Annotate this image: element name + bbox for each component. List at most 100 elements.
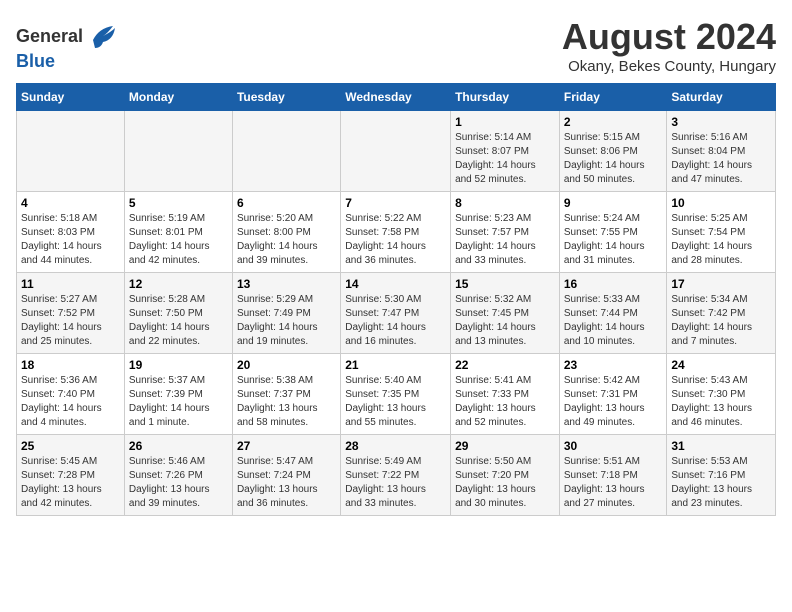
day-cell-7: 7 Sunrise: 5:22 AM Sunset: 7:58 PM Daylig… [341,192,451,273]
day-cell-1: 1 Sunrise: 5:14 AM Sunset: 8:07 PM Daylig… [451,111,560,192]
day-header-saturday: Saturday [667,84,776,111]
day-info: Sunrise: 5:47 AM Sunset: 7:24 PM Dayligh… [237,455,336,511]
week-row-5: 25Sunrise: 5:45 AM Sunset: 7:28 PM Dayli… [17,435,776,516]
day-info: Sunrise: 5:32 AM Sunset: 7:45 PM Dayligh… [455,293,555,349]
day-info: Sunrise: 5:27 AM Sunset: 7:52 PM Dayligh… [21,293,120,349]
day-cell-23: 23Sunrise: 5:42 AM Sunset: 7:31 PM Dayli… [559,354,667,435]
day-cell-22: 22 Sunrise: 5:41 AM Sunset: 7:33 PM Dayli… [451,354,560,435]
calendar-body: 1 Sunrise: 5:14 AM Sunset: 8:07 PM Daylig… [17,111,776,516]
day-cell-13: 13Sunrise: 5:29 AM Sunset: 7:49 PM Dayli… [232,273,340,354]
day-cell-28: 28 Sunrise: 5:49 AM Sunset: 7:22 PM Dayli… [341,435,451,516]
day-number: 7 [345,196,446,210]
day-cell-11: 11Sunrise: 5:27 AM Sunset: 7:52 PM Dayli… [17,273,125,354]
day-number: 6 [237,196,336,210]
day-info: Sunrise: 5:23 AM Sunset: 7:57 PM Dayligh… [455,212,555,268]
day-info: Sunrise: 5:43 AM Sunset: 7:30 PM Dayligh… [671,374,771,430]
day-header-monday: Monday [124,84,232,111]
calendar-header-row: SundayMondayTuesdayWednesdayThursdayFrid… [17,84,776,111]
day-number: 5 [129,196,228,210]
day-number: 24 [671,358,771,372]
day-cell-10: 10 Sunrise: 5:25 AM Sunset: 7:54 PM Dayli… [667,192,776,273]
day-cell-2: 2 Sunrise: 5:15 AM Sunset: 8:06 PM Daylig… [559,111,667,192]
logo-blue: Blue [16,51,55,71]
day-number: 18 [21,358,120,372]
day-number: 21 [345,358,446,372]
day-cell-3: 3Sunrise: 5:16 AM Sunset: 8:04 PM Daylig… [667,111,776,192]
empty-cell [124,111,232,192]
empty-cell [232,111,340,192]
day-cell-27: 27 Sunrise: 5:47 AM Sunset: 7:24 PM Dayli… [232,435,340,516]
day-info: Sunrise: 5:41 AM Sunset: 7:33 PM Dayligh… [455,374,555,430]
day-info: Sunrise: 5:33 AM Sunset: 7:44 PM Dayligh… [564,293,663,349]
day-number: 19 [129,358,228,372]
day-number: 13 [237,277,336,291]
day-number: 20 [237,358,336,372]
day-info: Sunrise: 5:15 AM Sunset: 8:06 PM Dayligh… [564,131,663,187]
day-info: Sunrise: 5:18 AM Sunset: 8:03 PM Dayligh… [21,212,120,268]
day-info: Sunrise: 5:20 AM Sunset: 8:00 PM Dayligh… [237,212,336,268]
day-info: Sunrise: 5:36 AM Sunset: 7:40 PM Dayligh… [21,374,120,430]
day-number: 9 [564,196,663,210]
week-row-3: 11Sunrise: 5:27 AM Sunset: 7:52 PM Dayli… [17,273,776,354]
logo: General Blue [16,20,117,72]
day-number: 3 [671,115,771,129]
day-cell-6: 6 Sunrise: 5:20 AM Sunset: 8:00 PM Daylig… [232,192,340,273]
day-number: 14 [345,277,446,291]
header: General Blue August 2024 Okany, Bekes Co… [16,16,776,75]
day-cell-31: 31 Sunrise: 5:53 AM Sunset: 7:16 PM Dayli… [667,435,776,516]
day-info: Sunrise: 5:53 AM Sunset: 7:16 PM Dayligh… [671,455,771,511]
day-cell-19: 19 Sunrise: 5:37 AM Sunset: 7:39 PM Dayli… [124,354,232,435]
day-number: 22 [455,358,555,372]
day-number: 30 [564,439,663,453]
day-number: 23 [564,358,663,372]
day-cell-9: 9 Sunrise: 5:24 AM Sunset: 7:55 PM Daylig… [559,192,667,273]
day-cell-8: 8 Sunrise: 5:23 AM Sunset: 7:57 PM Daylig… [451,192,560,273]
empty-cell [17,111,125,192]
day-header-friday: Friday [559,84,667,111]
day-number: 1 [455,115,555,129]
day-number: 2 [564,115,663,129]
day-number: 27 [237,439,336,453]
day-number: 17 [671,277,771,291]
day-info: Sunrise: 5:19 AM Sunset: 8:01 PM Dayligh… [129,212,228,268]
day-info: Sunrise: 5:25 AM Sunset: 7:54 PM Dayligh… [671,212,771,268]
day-info: Sunrise: 5:50 AM Sunset: 7:20 PM Dayligh… [455,455,555,511]
day-header-tuesday: Tuesday [232,84,340,111]
week-row-4: 18 Sunrise: 5:36 AM Sunset: 7:40 PM Dayli… [17,354,776,435]
logo-bird-icon [85,20,117,52]
week-row-1: 1 Sunrise: 5:14 AM Sunset: 8:07 PM Daylig… [17,111,776,192]
day-info: Sunrise: 5:45 AM Sunset: 7:28 PM Dayligh… [21,455,120,511]
day-cell-20: 20 Sunrise: 5:38 AM Sunset: 7:37 PM Dayli… [232,354,340,435]
day-info: Sunrise: 5:37 AM Sunset: 7:39 PM Dayligh… [129,374,228,430]
location-subtitle: Okany, Bekes County, Hungary [562,58,776,75]
day-number: 15 [455,277,555,291]
day-number: 8 [455,196,555,210]
day-number: 10 [671,196,771,210]
day-info: Sunrise: 5:14 AM Sunset: 8:07 PM Dayligh… [455,131,555,187]
day-info: Sunrise: 5:24 AM Sunset: 7:55 PM Dayligh… [564,212,663,268]
day-info: Sunrise: 5:22 AM Sunset: 7:58 PM Dayligh… [345,212,446,268]
day-info: Sunrise: 5:28 AM Sunset: 7:50 PM Dayligh… [129,293,228,349]
calendar-table: SundayMondayTuesdayWednesdayThursdayFrid… [16,83,776,516]
day-info: Sunrise: 5:46 AM Sunset: 7:26 PM Dayligh… [129,455,228,511]
day-cell-15: 15 Sunrise: 5:32 AM Sunset: 7:45 PM Dayli… [451,273,560,354]
title-area: August 2024 Okany, Bekes County, Hungary [562,16,776,75]
day-number: 28 [345,439,446,453]
day-info: Sunrise: 5:38 AM Sunset: 7:37 PM Dayligh… [237,374,336,430]
logo-general: General [16,27,83,45]
day-cell-12: 12Sunrise: 5:28 AM Sunset: 7:50 PM Dayli… [124,273,232,354]
day-info: Sunrise: 5:40 AM Sunset: 7:35 PM Dayligh… [345,374,446,430]
day-cell-24: 24 Sunrise: 5:43 AM Sunset: 7:30 PM Dayli… [667,354,776,435]
day-number: 4 [21,196,120,210]
day-cell-25: 25Sunrise: 5:45 AM Sunset: 7:28 PM Dayli… [17,435,125,516]
day-number: 31 [671,439,771,453]
day-header-sunday: Sunday [17,84,125,111]
day-cell-5: 5 Sunrise: 5:19 AM Sunset: 8:01 PM Daylig… [124,192,232,273]
day-info: Sunrise: 5:49 AM Sunset: 7:22 PM Dayligh… [345,455,446,511]
day-cell-29: 29 Sunrise: 5:50 AM Sunset: 7:20 PM Dayli… [451,435,560,516]
day-cell-26: 26Sunrise: 5:46 AM Sunset: 7:26 PM Dayli… [124,435,232,516]
day-number: 29 [455,439,555,453]
month-title: August 2024 [562,16,776,58]
day-cell-30: 30Sunrise: 5:51 AM Sunset: 7:18 PM Dayli… [559,435,667,516]
day-cell-21: 21 Sunrise: 5:40 AM Sunset: 7:35 PM Dayli… [341,354,451,435]
